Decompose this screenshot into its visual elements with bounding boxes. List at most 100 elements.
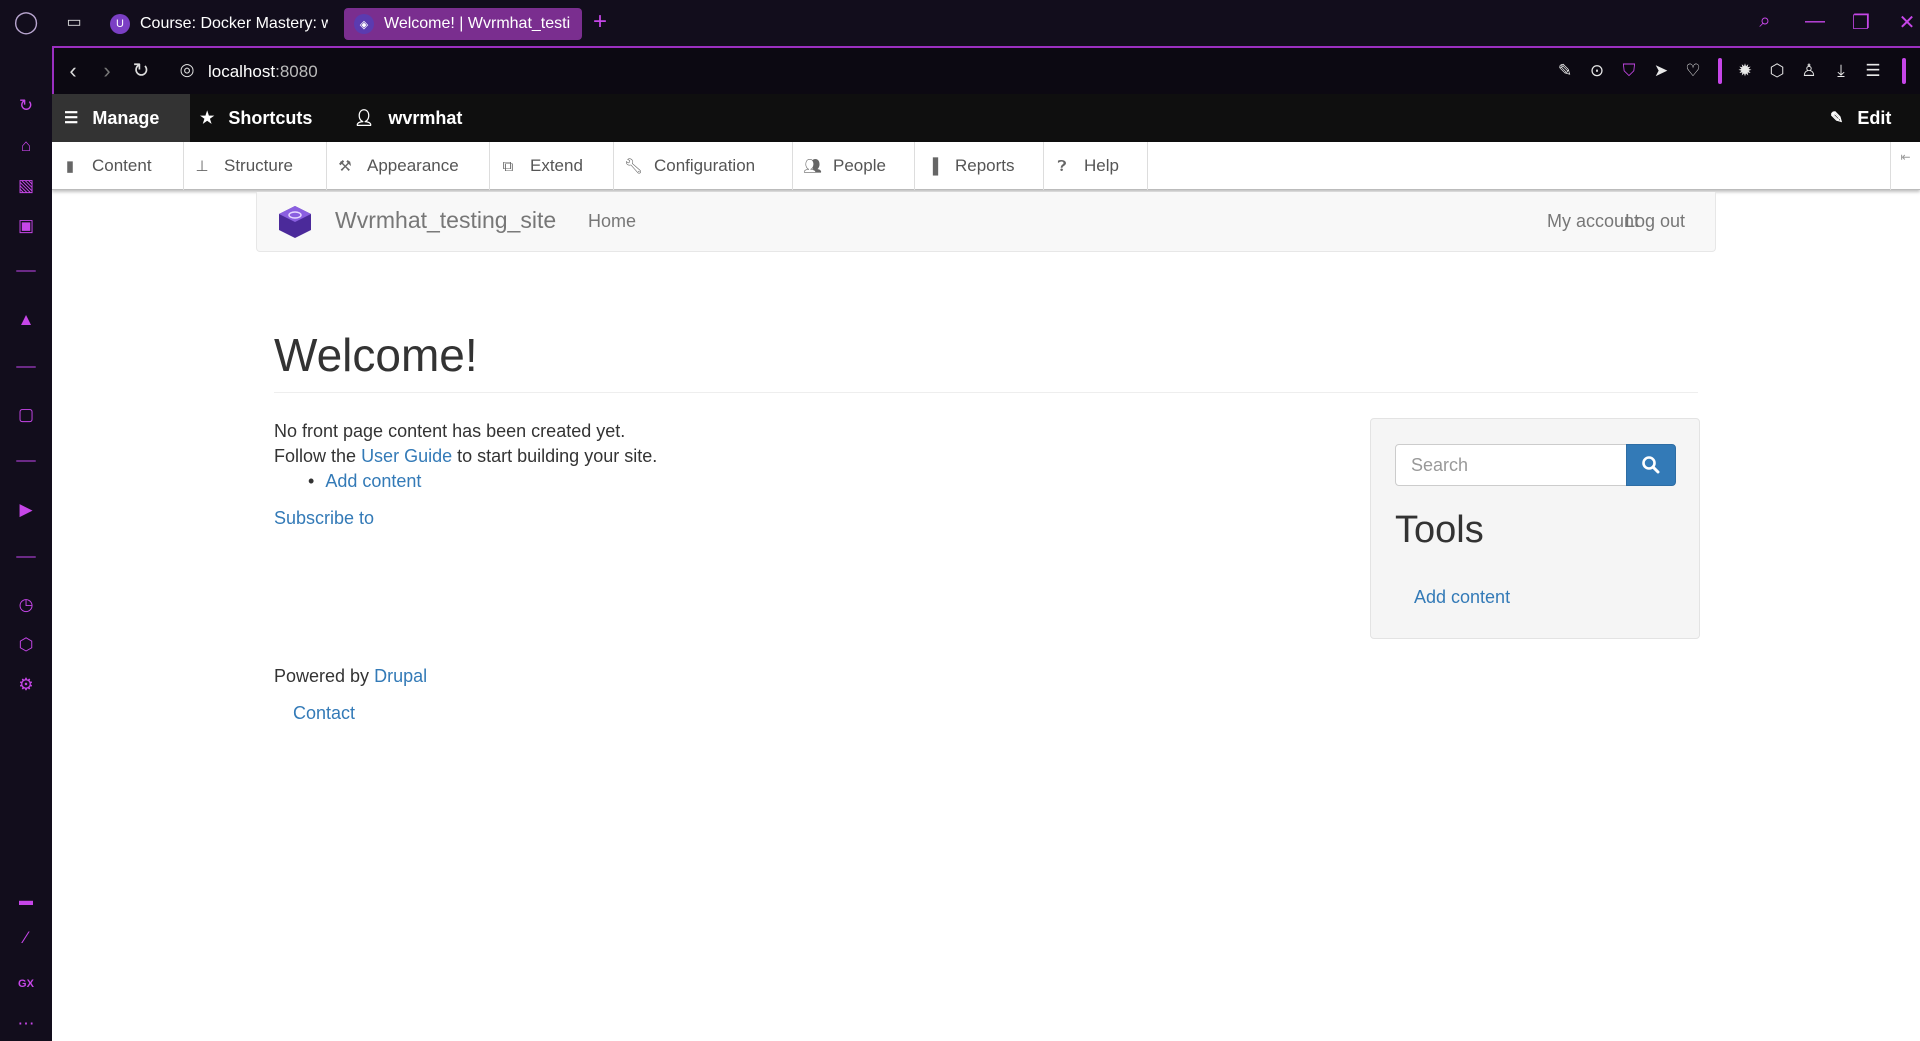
history-icon[interactable]: ◷ [14, 593, 38, 617]
shortcuts-tab[interactable]: ★ Shortcuts [200, 94, 312, 142]
tray-item-configuration[interactable]: 🔧︎ Configuration [614, 142, 793, 190]
new-tab-button[interactable]: + [588, 8, 612, 36]
search-button[interactable] [1626, 444, 1676, 486]
powered-by: Powered by Drupal [274, 666, 428, 686]
nav-home-link[interactable]: Home [588, 211, 636, 232]
site-logo-icon [279, 206, 311, 238]
puzzle-icon: ⧉ [502, 157, 514, 175]
list-item: • Add content [308, 471, 421, 492]
subscribe-link[interactable]: Subscribe to [274, 508, 374, 529]
account-icon[interactable]: ♙ [1798, 60, 1820, 82]
sidebar-block: Search Tools Add content [1370, 418, 1700, 639]
no-content-text: No front page content has been created y… [274, 421, 626, 441]
tools-add-content-link[interactable]: Add content [1414, 587, 1510, 608]
globe-icon: ◎ [179, 60, 195, 79]
tab-bar: ▭ U Course: Docker Mastery: w ◈ Welcome!… [52, 0, 1920, 46]
tools-heading: Tools [1395, 509, 1484, 551]
people-icon: 👥︎ [803, 158, 823, 175]
pencil-icon: ✎ [1830, 110, 1844, 127]
contact-link[interactable]: Contact [293, 703, 355, 724]
settings-icon[interactable]: ⚙ [14, 673, 38, 697]
reload-button[interactable]: ↻ [128, 58, 154, 83]
drupal-link[interactable]: Drupal [374, 666, 427, 686]
send-icon[interactable]: ➤ [1650, 60, 1672, 82]
bookmarks-icon[interactable]: ⌂ [14, 134, 38, 158]
bar-chart-icon: ▐ [927, 157, 939, 175]
minimize-button[interactable]: — [1800, 10, 1830, 36]
page-title: Welcome! [274, 329, 478, 381]
drupal-favicon-icon: ◈ [354, 14, 374, 34]
log-out-link[interactable]: Log out [1625, 211, 1685, 232]
user-guide-link[interactable]: User Guide [361, 446, 452, 466]
tray-orientation-toggle[interactable]: ⇤ [1890, 142, 1920, 190]
tray-item-appearance[interactable]: ⚒ Appearance [327, 142, 490, 190]
bullet: • [308, 471, 315, 491]
more-icon[interactable]: ⋯ [14, 1012, 38, 1036]
control-panel-icon[interactable]: ▣ [14, 214, 38, 238]
snapshot-edit-icon[interactable]: ✎ [1554, 60, 1576, 82]
tray-item-people[interactable]: 👥︎ People [793, 142, 915, 190]
tray-item-help[interactable]: ❓︎ Help [1044, 142, 1148, 190]
gx-pen-icon[interactable]: ⁄ [14, 926, 38, 950]
forward-button[interactable]: › [94, 58, 120, 84]
title-divider [274, 392, 1698, 393]
search-tabs-icon[interactable]: ⌕ [1750, 10, 1780, 36]
aria-icon[interactable]: ▲ [14, 308, 38, 332]
brush-icon: ⚒ [338, 158, 352, 175]
gx-icon[interactable]: GX [14, 972, 38, 996]
sidebar-separator [16, 460, 36, 462]
user-guide-line: Follow the User Guide to start building … [274, 446, 658, 466]
sitemap-icon: ⊥ [195, 158, 209, 175]
wrench-icon: 🔧︎ [624, 158, 644, 175]
extensions-cube-icon[interactable]: ⬡ [1766, 60, 1788, 82]
site-logo[interactable] [275, 202, 315, 242]
tray-item-content[interactable]: ▮ Content [52, 142, 184, 190]
workspaces-icon[interactable]: ▭ [62, 12, 86, 32]
tray-item-reports[interactable]: ▐ Reports [915, 142, 1044, 190]
add-content-link[interactable]: Add content [325, 471, 421, 491]
sidebar-separator [16, 366, 36, 368]
downloads-icon[interactable]: ⤓ [1830, 60, 1852, 82]
udemy-favicon-icon: U [110, 14, 130, 34]
user-tab[interactable]: 👤︎ wvrmhat [354, 94, 462, 142]
ad-blocker-icon[interactable]: ✹ [1734, 60, 1756, 82]
gx-corner-icon[interactable]: ▧ [14, 174, 38, 198]
extensions-icon[interactable]: ⬡ [14, 633, 38, 657]
hamburger-icon: ☰ [64, 110, 79, 127]
search-input[interactable]: Search [1395, 444, 1627, 486]
camera-icon[interactable]: ⊙ [1586, 60, 1608, 82]
tray-item-structure[interactable]: ⊥ Structure [184, 142, 327, 190]
gx-hardware-icon[interactable]: ▬ [14, 888, 38, 912]
browser-sidebar: ◯ ↻ ⌂ ▧ ▣ ▲ ▢ ▶ ◷ ⬡ ⚙ ▬ ⁄ GX ⋯ [0, 0, 52, 1041]
heart-icon[interactable]: ♡ [1682, 60, 1704, 82]
user-icon: 👤︎ [354, 110, 375, 127]
address-bar: ‹ › ↻ ◎ localhost:8080 ✎ ⊙ ⛉ ➤ ♡ ✹ ⬡ ♙ ⤓… [52, 46, 1920, 94]
web-page: ☰ Manage ★ Shortcuts 👤︎ wvrmhat ✎ Edit ▮… [52, 94, 1920, 1041]
tray-item-extend[interactable]: ⧉ Extend [490, 142, 614, 190]
edit-button[interactable]: ✎ Edit [1830, 94, 1891, 142]
site-name[interactable]: Wvrmhat_testing_site [335, 207, 556, 234]
url-field[interactable]: localhost:8080 [208, 60, 318, 84]
sidebar-separator [16, 270, 36, 272]
sidebar-separator [16, 556, 36, 558]
toolbar-divider [1718, 58, 1722, 84]
player-icon[interactable]: ▶ [14, 498, 38, 522]
help-icon: ❓︎ [1057, 157, 1067, 175]
opera-logo-icon[interactable]: ◯ [14, 9, 39, 34]
manage-tab[interactable]: ☰ Manage [52, 94, 190, 142]
admin-tray: ▮ Content ⊥ Structure ⚒ Appearance ⧉ Extend … [52, 142, 1920, 190]
close-window-button[interactable]: ✕ [1892, 10, 1920, 36]
tab-welcome[interactable]: ◈ Welcome! | Wvrmhat_testi [344, 8, 582, 40]
twitch-icon[interactable]: ▢ [14, 403, 38, 427]
tab-docker-course[interactable]: U Course: Docker Mastery: w [100, 8, 328, 40]
back-button[interactable]: ‹ [60, 58, 86, 84]
easy-setup-icon[interactable]: ☰ [1862, 60, 1884, 82]
speed-dial-icon[interactable]: ↻ [14, 94, 38, 118]
site-navbar: Wvrmhat_testing_site Home My account Log… [256, 192, 1716, 252]
star-icon: ★ [200, 110, 215, 127]
search-icon [1642, 456, 1660, 474]
toolbar-divider [1902, 58, 1906, 84]
file-icon: ▮ [65, 158, 75, 175]
restore-button[interactable]: ❐ [1846, 10, 1876, 36]
vpn-shield-icon[interactable]: ⛉ [1618, 60, 1640, 82]
